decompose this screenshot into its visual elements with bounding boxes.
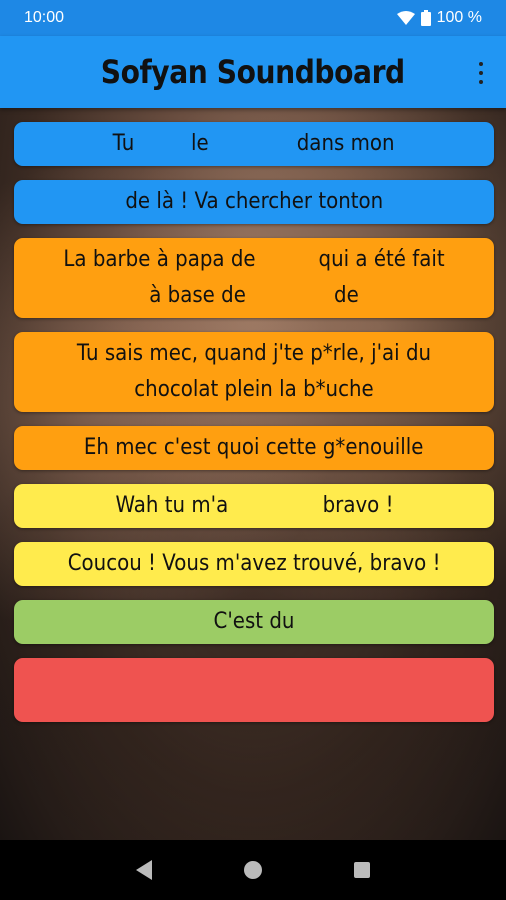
battery-level: 100 %	[436, 9, 482, 26]
status-bar: 10:00 100 %	[0, 0, 506, 36]
back-icon[interactable]	[136, 860, 152, 880]
overflow-menu-icon[interactable]	[478, 62, 484, 84]
sound-button[interactable]: Tu le dans mon	[14, 122, 494, 166]
background-photo: Tu le dans mon de là ! Va chercher tonton…	[0, 108, 506, 840]
sound-button[interactable]: C'est du	[14, 600, 494, 644]
status-time: 10:00	[24, 9, 65, 26]
battery-icon	[420, 10, 431, 26]
sound-button[interactable]: Wah tu m'a bravo !	[14, 484, 494, 528]
navigation-bar	[0, 840, 506, 900]
recents-icon[interactable]	[354, 862, 370, 878]
wifi-icon	[396, 11, 415, 25]
sound-label: Tu sais mec, quand j'te p*rle, j'ai du c…	[76, 341, 438, 402]
sound-label: C'est du	[213, 609, 295, 634]
sound-label: La barbe à papa de qui a été fait à base…	[63, 247, 451, 308]
sound-label: Coucou ! Vous m'avez trouvé, bravo !	[67, 551, 441, 576]
sound-label: Wah tu m'a bravo !	[114, 493, 394, 518]
app-bar: Sofyan Soundboard	[0, 36, 506, 108]
sound-list: Tu le dans mon de là ! Va chercher tonton…	[14, 122, 494, 736]
sound-button[interactable]: La barbe à papa de qui a été fait à base…	[14, 238, 494, 318]
sound-label: Eh mec c'est quoi cette g*enouille	[84, 435, 424, 460]
sound-label: de là ! Va chercher tonton	[125, 189, 383, 214]
sound-button[interactable]	[14, 658, 494, 722]
status-icons: 100 %	[396, 9, 482, 27]
sound-button[interactable]: Eh mec c'est quoi cette g*enouille	[14, 426, 494, 470]
sound-label: Tu le dans mon	[113, 131, 395, 156]
sound-button[interactable]: Tu sais mec, quand j'te p*rle, j'ai du c…	[14, 332, 494, 412]
app-title: Sofyan Soundboard	[100, 53, 406, 91]
sound-button[interactable]: de là ! Va chercher tonton	[14, 180, 494, 224]
sound-button[interactable]: Coucou ! Vous m'avez trouvé, bravo !	[14, 542, 494, 586]
home-icon[interactable]	[244, 861, 262, 879]
